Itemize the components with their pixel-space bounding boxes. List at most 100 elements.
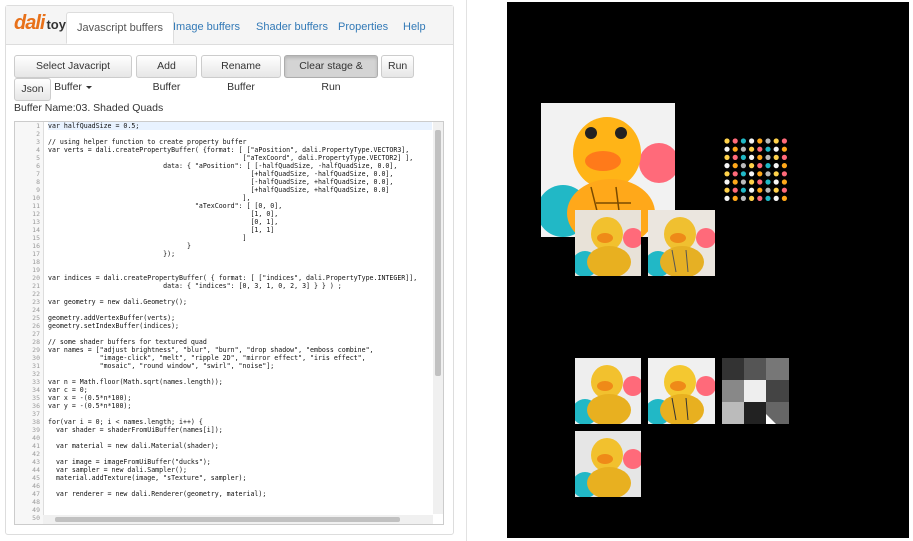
- code-line[interactable]: ["aTexCoord", dali.PropertyType.VECTOR2]…: [48, 154, 432, 162]
- code-line[interactable]: [0, 1],: [48, 218, 432, 226]
- code-line[interactable]: var sampler = new dali.Sampler();: [48, 466, 432, 474]
- horizontal-scroll-thumb[interactable]: [55, 517, 400, 522]
- code-line[interactable]: [48, 330, 432, 338]
- grid-dot: [773, 154, 779, 160]
- run-button[interactable]: Run: [381, 55, 414, 78]
- grid-dot: [724, 195, 730, 201]
- grid-dot: [740, 171, 746, 177]
- code-line[interactable]: var shader = shaderFromUiBuffer(names[i]…: [48, 426, 432, 434]
- code-line[interactable]: [48, 482, 432, 490]
- code-line[interactable]: var indices = dali.createPropertyBuffer(…: [48, 274, 432, 282]
- grid-dot: [740, 195, 746, 201]
- code-line[interactable]: [1, 1]: [48, 226, 432, 234]
- line-number: 18: [32, 258, 40, 266]
- pane-divider[interactable]: [466, 0, 467, 541]
- code-line[interactable]: data: { "indices": [0, 3, 1, 0, 2, 3] } …: [48, 282, 432, 290]
- code-line[interactable]: var y = -(0.5*n*100);: [48, 402, 432, 410]
- tab-shader-buffers[interactable]: Shader buffers: [246, 12, 338, 44]
- grid-dot: [757, 138, 763, 144]
- code-line[interactable]: var halfQuadSize = 0.5;: [48, 122, 432, 130]
- duck-image: [648, 358, 715, 424]
- code-line[interactable]: [48, 434, 432, 442]
- code-line[interactable]: var names = ["adjust brightness", "blur"…: [48, 346, 432, 354]
- code-line[interactable]: geometry.setIndexBuffer(indices);: [48, 322, 432, 330]
- code-line[interactable]: var image = imageFromUiBuffer("ducks");: [48, 458, 432, 466]
- line-number: 36: [32, 402, 40, 410]
- code-line[interactable]: "aTexCoord": [ [0, 0],: [48, 202, 432, 210]
- code-line[interactable]: "image-click", "melt", "ripple 2D", "mir…: [48, 354, 432, 362]
- code-editor[interactable]: 1 2 3 4 5 6 7 8 9 10 11 12 13 14 15 16 17 18 19 20 21 22 23 24 2…: [14, 121, 444, 525]
- line-number: 50: [32, 514, 40, 522]
- line-number: 47: [32, 490, 40, 498]
- code-line[interactable]: var n = Math.floor(Math.sqrt(names.lengt…: [48, 378, 432, 386]
- grid-dot: [757, 195, 763, 201]
- grid-dot: [773, 146, 779, 152]
- code-line[interactable]: // some shader buffers for textured quad: [48, 338, 432, 346]
- grid-dot: [724, 171, 730, 177]
- code-line[interactable]: }: [48, 242, 432, 250]
- tab-properties[interactable]: Properties: [328, 12, 398, 44]
- code-line[interactable]: [48, 410, 432, 418]
- code-line[interactable]: [48, 498, 432, 506]
- line-number: 16: [32, 242, 40, 250]
- tab-help[interactable]: Help: [393, 12, 436, 44]
- code-line[interactable]: var material = new dali.Material(shader)…: [48, 442, 432, 450]
- grid-dot: [732, 146, 738, 152]
- grid-dot: [757, 179, 763, 185]
- caret-down-icon: [85, 85, 92, 89]
- code-line[interactable]: [48, 306, 432, 314]
- code-line[interactable]: geometry.addVertexBuffer(verts);: [48, 314, 432, 322]
- code-line[interactable]: });: [48, 250, 432, 258]
- code-line[interactable]: [1, 0],: [48, 210, 432, 218]
- code-line[interactable]: data: { "aPosition": [ [-halfQuadSize, -…: [48, 162, 432, 170]
- code-line[interactable]: [-halfQuadSize, +halfQuadSize, 0.0],: [48, 178, 432, 186]
- select-buffer-dropdown[interactable]: Select Javacript Buffer: [14, 55, 132, 93]
- app-logo[interactable]: dali toy: [14, 12, 66, 35]
- code-line[interactable]: var geometry = new dali.Geometry();: [48, 298, 432, 306]
- grid-dot: [732, 179, 738, 185]
- code-line[interactable]: var verts = dali.createPropertyBuffer( {…: [48, 146, 432, 154]
- code-line[interactable]: [48, 290, 432, 298]
- code-line[interactable]: "mosaic", "round window", "swirl", "nois…: [48, 362, 432, 370]
- code-line[interactable]: [48, 258, 432, 266]
- json-button[interactable]: Json: [14, 78, 51, 101]
- code-line[interactable]: [48, 130, 432, 138]
- grid-dot: [757, 187, 763, 193]
- grid-dot: [740, 154, 746, 160]
- code-line[interactable]: for(var i = 0; i < names.length; i++) {: [48, 418, 432, 426]
- logo-primary: dali: [14, 12, 45, 34]
- code-line[interactable]: var renderer = new dali.Renderer(geometr…: [48, 490, 432, 498]
- code-line[interactable]: [+halfQuadSize, -halfQuadSize, 0.0],: [48, 170, 432, 178]
- code-line[interactable]: ],: [48, 194, 432, 202]
- tab-javascript-buffers[interactable]: Javascript buffers: [66, 12, 175, 44]
- code-line[interactable]: [+halfQuadSize, +halfQuadSize, 0.0]: [48, 186, 432, 194]
- grid-dot: [781, 171, 787, 177]
- line-number: 27: [32, 330, 40, 338]
- line-number: 31: [32, 362, 40, 370]
- vertical-scroll-thumb[interactable]: [435, 130, 441, 376]
- code-line[interactable]: [48, 506, 432, 514]
- code-line[interactable]: var x = -(0.5*n*100);: [48, 394, 432, 402]
- duck-quad-5: [575, 431, 641, 497]
- tab-image-buffers[interactable]: Image buffers: [163, 12, 250, 44]
- code-line[interactable]: // using helper function to create prope…: [48, 138, 432, 146]
- duck-quad-3: [575, 358, 641, 424]
- code-line[interactable]: var c = 0;: [48, 386, 432, 394]
- code-line[interactable]: [48, 450, 432, 458]
- grid-dot: [732, 154, 738, 160]
- horizontal-scrollbar[interactable]: [43, 515, 433, 524]
- line-number: 42: [32, 450, 40, 458]
- grid-dot: [781, 163, 787, 169]
- grid-dot: [732, 138, 738, 144]
- code-line[interactable]: ]: [48, 234, 432, 242]
- vertical-scrollbar[interactable]: [433, 122, 443, 514]
- clear-stage-run-button[interactable]: Clear stage & Run: [284, 55, 378, 93]
- line-number: 26: [32, 322, 40, 330]
- add-buffer-button[interactable]: Add Buffer: [136, 55, 197, 93]
- code-area[interactable]: var halfQuadSize = 0.5; // using helper f…: [48, 122, 432, 516]
- code-line[interactable]: [48, 370, 432, 378]
- code-line[interactable]: [48, 266, 432, 274]
- rename-buffer-button[interactable]: Rename Buffer: [201, 55, 281, 93]
- code-line[interactable]: material.addTexture(image, "sTexture", s…: [48, 474, 432, 482]
- line-number: 10: [32, 194, 40, 202]
